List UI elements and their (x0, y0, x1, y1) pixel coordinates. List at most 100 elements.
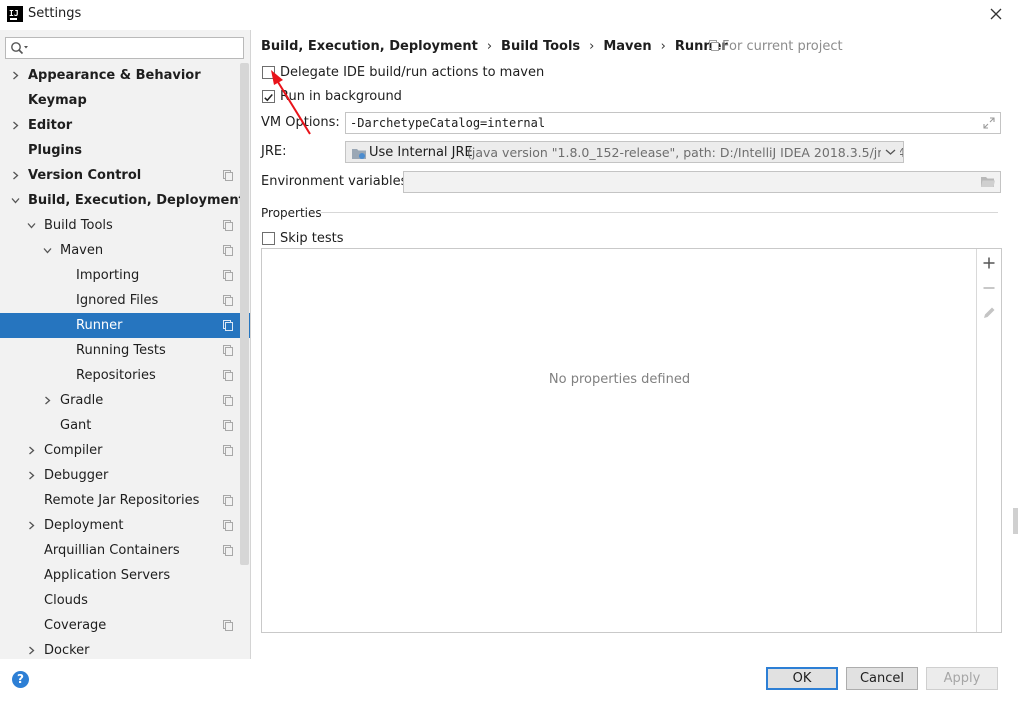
window-title: Settings (28, 6, 82, 21)
env-vars-field[interactable] (403, 171, 1001, 193)
sidebar-item-gant[interactable]: Gant (0, 413, 250, 438)
sidebar-item-runner[interactable]: Runner (0, 313, 250, 338)
chevron-right-icon[interactable] (11, 171, 20, 180)
vm-options-field[interactable]: -DarchetypeCatalog=internal (345, 112, 1001, 134)
help-icon[interactable]: ? (12, 671, 29, 688)
chevron-right-icon[interactable] (43, 396, 52, 405)
sidebar-item-docker[interactable]: Docker (0, 638, 250, 659)
project-scope-icon (223, 320, 233, 331)
sidebar-item-gradle[interactable]: Gradle (0, 388, 250, 413)
sidebar-item-label: Build, Execution, Deployment (28, 193, 245, 208)
skip-tests-checkbox[interactable]: Skip tests (262, 230, 362, 248)
annotation-arrow-icon (271, 70, 311, 135)
scope-indicator: For current project (709, 39, 843, 54)
project-scope-icon (223, 495, 233, 506)
project-scope-icon (223, 520, 233, 531)
project-scope-icon (223, 345, 233, 356)
properties-section-label: Properties (261, 206, 322, 220)
chevron-down-icon[interactable] (27, 221, 36, 230)
sidebar-item-label: Editor (28, 118, 73, 133)
sidebar-item-maven[interactable]: Maven (0, 238, 250, 263)
add-icon[interactable] (982, 256, 996, 270)
breadcrumb-item: Build Tools (501, 39, 581, 54)
settings-search-input[interactable] (5, 37, 244, 59)
sidebar-item-application-servers[interactable]: Application Servers (0, 563, 250, 588)
edit-icon[interactable] (982, 306, 996, 320)
sidebar-item-label: Repositories (76, 368, 156, 383)
sidebar-item-label: Runner (76, 318, 123, 333)
sidebar-item-label: Debugger (44, 468, 109, 483)
expand-icon[interactable] (982, 116, 996, 134)
sidebar-item-remote-jar-repositories[interactable]: Remote Jar Repositories (0, 488, 250, 513)
chevron-right-icon[interactable] (27, 646, 36, 655)
sidebar-item-keymap[interactable]: Keymap (0, 88, 250, 113)
sidebar-item-plugins[interactable]: Plugins (0, 138, 250, 163)
empty-properties-text: No properties defined (548, 372, 691, 387)
sidebar-item-label: Keymap (28, 93, 87, 108)
sidebar-item-debugger[interactable]: Debugger (0, 463, 250, 488)
browse-folder-icon[interactable] (980, 175, 996, 193)
breadcrumb-separator: › (486, 39, 493, 54)
chevron-down-icon[interactable] (43, 246, 52, 255)
close-icon[interactable] (986, 4, 1006, 24)
skip-tests-checkbox-box[interactable] (262, 232, 275, 245)
properties-table[interactable]: No properties defined (261, 248, 1002, 633)
sidebar-item-label: Plugins (28, 143, 82, 158)
breadcrumb-item: Build, Execution, Deployment (261, 39, 478, 54)
chevron-down-icon[interactable] (11, 196, 20, 205)
sidebar-item-arquillian-containers[interactable]: Arquillian Containers (0, 538, 250, 563)
breadcrumb-item: Maven (603, 39, 652, 54)
sidebar-item-ignored-files[interactable]: Ignored Files (0, 288, 250, 313)
chevron-right-icon[interactable] (27, 446, 36, 455)
project-scope-icon (223, 170, 233, 181)
cancel-button[interactable]: Cancel (846, 667, 918, 690)
sidebar-item-label: Remote Jar Repositories (44, 493, 200, 508)
project-scope-icon (223, 370, 233, 381)
delegate-checkbox-label: Delegate IDE build/run actions to maven (280, 65, 545, 80)
project-scope-icon (223, 620, 233, 631)
sidebar-item-clouds[interactable]: Clouds (0, 588, 250, 613)
sidebar-item-label: Application Servers (44, 568, 171, 583)
title-bar: IJ Settings (0, 0, 1018, 30)
jre-folder-icon (351, 146, 367, 162)
chevron-right-icon[interactable] (27, 471, 36, 480)
sidebar-item-running-tests[interactable]: Running Tests (0, 338, 250, 363)
breadcrumb-separator: › (660, 39, 666, 54)
jre-select[interactable]: Use Internal JRE (java version "1.8.0_15… (345, 141, 904, 163)
sidebar-item-deployment[interactable]: Deployment (0, 513, 250, 538)
skip-tests-label: Skip tests (280, 231, 344, 246)
sidebar-item-build-execution-deployment[interactable]: Build, Execution, Deployment (0, 188, 250, 213)
sidebar-item-importing[interactable]: Importing (0, 263, 250, 288)
sidebar-item-appearance-behavior[interactable]: Appearance & Behavior (0, 63, 250, 88)
search-icon[interactable] (10, 41, 30, 59)
chevron-right-icon[interactable] (11, 71, 20, 80)
project-scope-icon (223, 420, 233, 431)
window-edge-strip (1013, 508, 1018, 534)
sidebar-item-label: Arquillian Containers (44, 543, 180, 558)
sidebar-item-build-tools[interactable]: Build Tools (0, 213, 250, 238)
scope-label: For current project (722, 39, 843, 54)
chevron-down-icon[interactable] (881, 142, 900, 162)
intellij-app-icon: IJ (7, 6, 23, 22)
runner-settings-panel: Build, Execution, Deployment › Build Tools… (251, 30, 1018, 659)
vm-options-value: -DarchetypeCatalog=internal (350, 116, 546, 130)
sidebar-item-coverage[interactable]: Coverage (0, 613, 250, 638)
jre-selected-detail: (java version "1.8.0_152-release", path:… (467, 145, 904, 160)
sidebar-item-repositories[interactable]: Repositories (0, 363, 250, 388)
sidebar-item-version-control[interactable]: Version Control (0, 163, 250, 188)
sidebar-scrollbar[interactable] (240, 63, 249, 565)
sidebar-item-compiler[interactable]: Compiler (0, 438, 250, 463)
sidebar-item-editor[interactable]: Editor (0, 113, 250, 138)
project-scope-icon (709, 40, 719, 51)
settings-sidebar: Appearance & Behavior Keymap Editor Plugins… (0, 30, 251, 659)
remove-icon[interactable] (982, 281, 996, 295)
apply-button[interactable]: Apply (926, 667, 998, 690)
chevron-right-icon[interactable] (27, 521, 36, 530)
sidebar-item-label: Version Control (28, 168, 142, 183)
sidebar-item-label: Appearance & Behavior (28, 68, 201, 83)
ok-button[interactable]: OK (766, 667, 838, 690)
settings-tree: Appearance & Behavior Keymap Editor Plugins… (0, 63, 250, 659)
chevron-right-icon[interactable] (11, 121, 20, 130)
properties-separator (321, 212, 998, 213)
sidebar-item-label: Gradle (60, 393, 104, 408)
